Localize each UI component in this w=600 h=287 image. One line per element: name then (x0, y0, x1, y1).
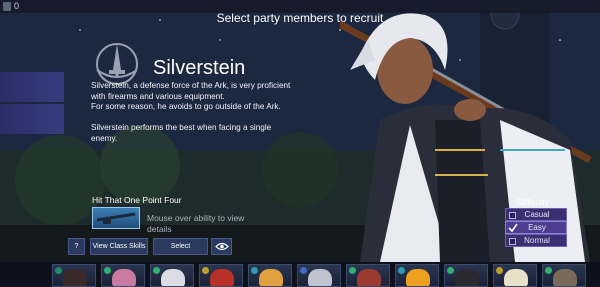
class-badge-icon (398, 267, 405, 274)
roster-portrait[interactable] (542, 264, 586, 287)
ability-hint: Mouse over ability to view details (147, 213, 245, 234)
game-scene: 0 Select party members to recruit Silver… (0, 0, 600, 287)
class-badge-icon (545, 267, 552, 274)
roster-portrait[interactable] (101, 264, 145, 287)
roster-portrait[interactable] (395, 264, 439, 287)
class-badge-icon (300, 267, 307, 274)
character-name: Silverstein (153, 57, 246, 79)
select-button[interactable]: Select (153, 238, 208, 255)
roster-portrait[interactable] (199, 264, 243, 287)
class-badge-icon (447, 267, 454, 274)
class-badge-icon (202, 267, 209, 274)
eye-icon (214, 242, 229, 251)
class-badge-icon (349, 267, 356, 274)
portrait-hair (161, 269, 185, 286)
portrait-hair (406, 269, 430, 286)
portrait-hair (308, 269, 332, 286)
portrait-hair (504, 269, 528, 286)
class-badge-icon (251, 267, 258, 274)
difficulty-label: Easy (528, 223, 546, 232)
class-badge-icon (55, 267, 62, 274)
difficulty-option-casual[interactable]: Casual (505, 208, 567, 221)
side-panel-upper[interactable] (0, 72, 64, 102)
class-badge-icon (104, 267, 111, 274)
side-panel-lower[interactable] (0, 104, 64, 134)
character-description: Silverstein, a defense force of the Ark,… (91, 81, 331, 144)
difficulty-title: Difficulty (517, 197, 549, 207)
portrait-hair (553, 269, 577, 286)
party-icon (3, 2, 11, 11)
portrait-hair (259, 269, 283, 286)
description-line (91, 113, 331, 124)
roster-portrait[interactable] (248, 264, 292, 287)
description-line: For some reason, he avoids to go outside… (91, 102, 281, 111)
difficulty-label: Normal (524, 236, 550, 245)
ability-title: Hit That One Point Four (92, 195, 182, 205)
description-line: enemy. (91, 133, 118, 143)
preview-button[interactable] (211, 238, 232, 255)
class-badge-icon (153, 267, 160, 274)
view-class-skills-button[interactable]: View Class Skills (90, 238, 148, 255)
portrait-hair (112, 269, 136, 286)
portrait-hair (357, 269, 381, 286)
portrait-hair (455, 269, 479, 286)
difficulty-label: Casual (524, 210, 550, 219)
roster-portrait[interactable] (444, 264, 488, 287)
roster-portrait[interactable] (150, 264, 194, 287)
roster-portrait[interactable] (493, 264, 537, 287)
roster-portrait[interactable] (297, 264, 341, 287)
ability-icon-button[interactable] (92, 207, 140, 229)
description-line: with firearms and various equipment. (91, 91, 225, 101)
roster-portrait[interactable] (346, 264, 390, 287)
portrait-hair (63, 269, 87, 286)
help-button[interactable]: ? (68, 238, 85, 255)
difficulty-option-normal[interactable]: Normal (505, 234, 567, 247)
difficulty-option-easy[interactable]: Easy (505, 221, 567, 234)
description-line: Silverstein, a defense force of the Ark,… (91, 81, 291, 90)
portrait-hair (210, 269, 234, 286)
rifle-icon (96, 212, 136, 224)
description-line: Silverstein performs the best when facin… (91, 123, 272, 132)
party-count: 0 (14, 1, 20, 11)
class-badge-icon (496, 267, 503, 274)
roster-portrait[interactable] (52, 264, 96, 287)
